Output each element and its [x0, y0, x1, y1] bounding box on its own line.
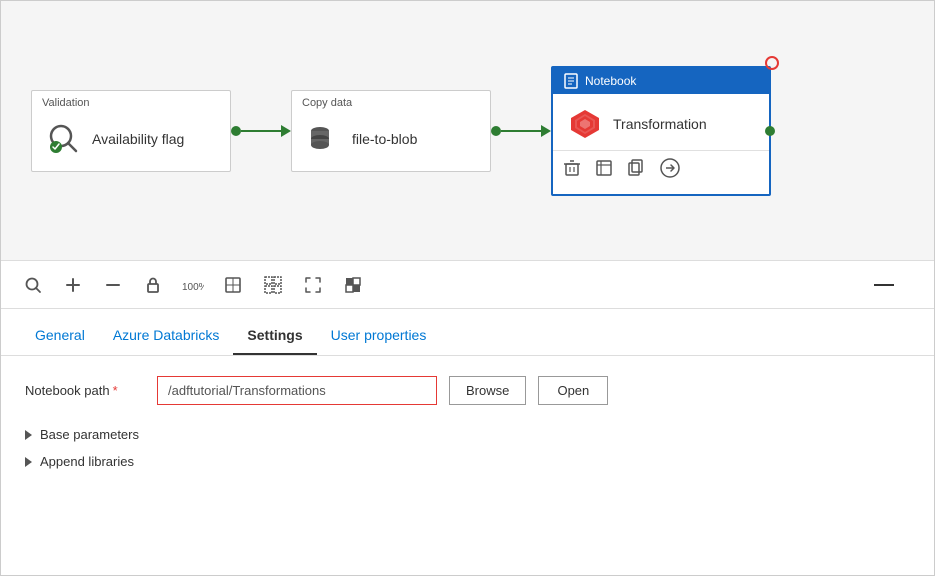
validation-title: Validation: [32, 91, 230, 111]
notebook-node[interactable]: Notebook Transformation: [551, 66, 771, 196]
copy-data-node[interactable]: Copy data file-to-blob: [291, 90, 491, 172]
notebook-title-icon: [563, 73, 579, 89]
append-libraries-label: Append libraries: [40, 454, 134, 469]
delete-icon[interactable]: [563, 159, 581, 182]
connector-2: [491, 125, 551, 137]
connector-arrow-1: [281, 125, 291, 137]
right-connector: [765, 126, 775, 136]
lock-icon[interactable]: [141, 273, 165, 297]
notebook-path-input[interactable]: [157, 376, 437, 405]
connector-dot-2: [491, 126, 501, 136]
toolbar: 100%: [1, 261, 934, 309]
layers-icon[interactable]: [341, 273, 365, 297]
open-button[interactable]: Open: [538, 376, 608, 405]
toolbar-divider: [874, 284, 894, 286]
zoom-in-icon[interactable]: [61, 273, 85, 297]
view-icon[interactable]: [595, 159, 613, 182]
zoom-out-icon[interactable]: [101, 273, 125, 297]
tab-general[interactable]: General: [21, 321, 99, 355]
execute-icon[interactable]: [659, 157, 681, 184]
resize-icon[interactable]: [301, 273, 325, 297]
copy-data-label: file-to-blob: [352, 131, 417, 147]
notebook-label: Transformation: [613, 116, 707, 132]
connector-1: [231, 125, 291, 137]
pipeline-canvas: Validation Availability flag Copy dat: [1, 1, 934, 261]
notebook-path-label: Notebook path*: [25, 383, 145, 398]
connector-arrow-2: [541, 125, 551, 137]
copy-data-body: file-to-blob: [292, 111, 490, 171]
connector-line-2: [501, 130, 541, 132]
notebook-badge: [765, 56, 779, 70]
settings-panel: Notebook path* Browse Open Base paramete…: [1, 356, 934, 495]
notebook-title-label: Notebook: [585, 74, 636, 88]
base-parameters-label: Base parameters: [40, 427, 139, 442]
search-icon[interactable]: [21, 273, 45, 297]
copy-data-icon: [306, 121, 342, 157]
browse-button[interactable]: Browse: [449, 376, 526, 405]
svg-text:100%: 100%: [182, 282, 204, 293]
notebook-body: Transformation: [553, 94, 769, 150]
validation-label: Availability flag: [92, 131, 184, 147]
connector-dot-1: [231, 126, 241, 136]
notebook-title-bar: Notebook: [553, 68, 769, 94]
copy-data-title: Copy data: [292, 91, 490, 111]
connector-line-1: [241, 130, 281, 132]
notebook-actions: [553, 150, 769, 194]
validation-body: Availability flag: [32, 111, 230, 171]
tabs-bar: General Azure Databricks Settings User p…: [1, 309, 934, 356]
notebook-path-row: Notebook path* Browse Open: [25, 376, 910, 405]
validation-node[interactable]: Validation Availability flag: [31, 90, 231, 172]
tab-azure-databricks[interactable]: Azure Databricks: [99, 321, 234, 355]
required-star: *: [113, 383, 118, 398]
validation-icon: [46, 121, 82, 157]
base-parameters-chevron: [25, 430, 32, 440]
pipeline-nodes: Validation Availability flag Copy dat: [31, 66, 771, 196]
fit-page-icon[interactable]: [221, 273, 245, 297]
zoom-100-icon[interactable]: 100%: [181, 273, 205, 297]
select-icon[interactable]: [261, 273, 285, 297]
tab-user-properties[interactable]: User properties: [317, 321, 441, 355]
copy-icon[interactable]: [627, 159, 645, 182]
databricks-icon: [567, 106, 603, 142]
tab-settings[interactable]: Settings: [233, 321, 316, 355]
append-libraries-row[interactable]: Append libraries: [25, 448, 910, 475]
append-libraries-chevron: [25, 457, 32, 467]
base-parameters-row[interactable]: Base parameters: [25, 421, 910, 448]
